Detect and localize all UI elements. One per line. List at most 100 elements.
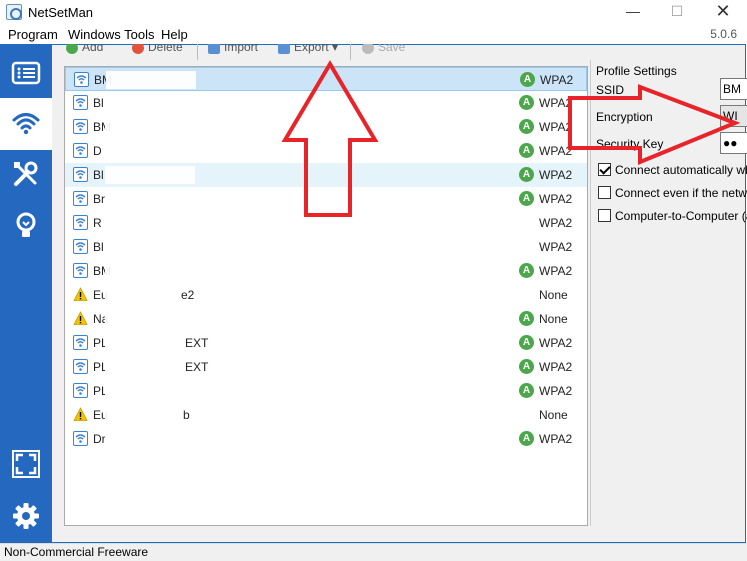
redacted-name-mask: [105, 358, 195, 376]
list-item[interactable]: PL A WPA2: [65, 379, 587, 403]
warning-icon: [73, 407, 88, 422]
list-item[interactable]: PL EXT A WPA2: [65, 331, 587, 355]
computer-to-computer-checkbox[interactable]: Computer-to-Computer (a: [598, 209, 747, 223]
auto-connect-badge-icon: A: [519, 383, 534, 398]
sidebar: [0, 44, 52, 543]
auto-connect-badge-icon: A: [519, 167, 534, 182]
menu-bar: Program Windows Tools Help 5.0.6: [0, 24, 747, 44]
maximize-button[interactable]: ☐: [654, 0, 700, 24]
connect-automatically-checkbox[interactable]: Connect automatically wh: [598, 163, 747, 177]
panel-divider: [590, 60, 591, 526]
auto-connect-badge-icon: A: [519, 335, 534, 350]
redacted-name-mask: [105, 310, 195, 328]
encryption-type: WPA2: [539, 168, 573, 182]
auto-connect-badge-icon: A: [520, 72, 535, 87]
auto-connect-badge-icon: A: [519, 95, 534, 110]
save-button[interactable]: Save: [362, 44, 405, 56]
title-bar: NetSetMan — ☐ ✕: [0, 0, 747, 24]
checkbox-unchecked: [598, 186, 611, 199]
minimize-button[interactable]: —: [610, 0, 656, 24]
profile-list[interactable]: BM A WPA2 Bl A WPA2 BM A WPA2 D A WPA2 Bl A WPA2 Br A WPA…: [64, 66, 588, 526]
list-item[interactable]: Bl WPA2: [65, 235, 587, 259]
profile-name-suffix: EXT: [185, 360, 209, 374]
redacted-name-mask: [105, 430, 195, 448]
security-key-input[interactable]: ●●: [720, 132, 747, 154]
profile-settings-title: Profile Settings: [596, 64, 677, 78]
list-item[interactable]: R WPA2: [65, 211, 587, 235]
import-button[interactable]: Import: [208, 44, 258, 56]
toolbar-separator: [350, 44, 351, 60]
encryption-type: WPA2: [539, 96, 573, 110]
redacted-name-mask: [105, 334, 195, 352]
redacted-name-mask: [105, 238, 195, 256]
list-item[interactable]: Bl A WPA2: [65, 91, 587, 115]
redacted-name-mask: [105, 118, 195, 136]
encryption-type: WPA2: [539, 144, 573, 158]
redacted-name-mask: [105, 214, 195, 232]
wifi-icon: [73, 119, 88, 134]
menu-help[interactable]: Help: [161, 27, 188, 42]
list-item[interactable]: Bl A WPA2: [65, 163, 587, 187]
encryption-type: WPA2: [539, 384, 573, 398]
add-button[interactable]: Add: [66, 44, 103, 56]
app-logo-icon: [6, 4, 22, 20]
encryption-type: WPA2: [539, 264, 573, 278]
encryption-type: WPA2: [539, 360, 573, 374]
sidebar-item-settings[interactable]: [0, 490, 52, 542]
wifi-icon: [73, 263, 88, 278]
auto-connect-badge-icon: A: [519, 119, 534, 134]
menu-program[interactable]: Program: [8, 27, 58, 42]
list-item[interactable]: Br A WPA2: [65, 187, 587, 211]
redacted-name-mask: [105, 190, 195, 208]
profile-name-suffix: e2: [181, 288, 195, 302]
add-icon: [66, 44, 78, 54]
redacted-name-mask: [105, 142, 195, 160]
export-button[interactable]: Export ▾: [278, 44, 338, 56]
ssid-input[interactable]: BM: [720, 78, 747, 100]
encryption-type: None: [539, 312, 568, 326]
list-item[interactable]: PL EXT A WPA2: [65, 355, 587, 379]
ssid-label: SSID: [596, 83, 625, 97]
redacted-name-mask: [105, 406, 195, 424]
encryption-type: WPA2: [540, 73, 574, 87]
menu-windows-tools[interactable]: Windows Tools: [68, 27, 154, 42]
list-item[interactable]: BM A WPA2: [65, 115, 587, 139]
delete-button[interactable]: Delete: [132, 44, 183, 56]
sidebar-item-fullscreen[interactable]: [0, 438, 52, 490]
checkbox-checked: [598, 163, 611, 176]
sidebar-item-tips[interactable]: [0, 200, 52, 252]
encryption-label: Encryption: [596, 110, 653, 124]
window-title: NetSetMan: [28, 5, 94, 20]
checkbox-unchecked: [598, 209, 611, 222]
encryption-type: WPA2: [539, 192, 573, 206]
encryption-type: WPA2: [539, 120, 573, 134]
status-text: Non-Commercial Freeware: [4, 545, 149, 559]
sidebar-item-wifi[interactable]: [0, 98, 52, 150]
toolbar-separator: [197, 44, 198, 60]
sidebar-item-profiles[interactable]: [0, 48, 52, 100]
list-item[interactable]: Dr A WPA2: [65, 427, 587, 451]
list-item[interactable]: Eu e2 None: [65, 283, 587, 307]
wifi-icon: [73, 95, 88, 110]
save-icon: [362, 44, 374, 54]
wifi-icon: [74, 72, 89, 87]
toolbar: Add Delete Import Export ▾ Save: [60, 44, 590, 60]
list-item[interactable]: D A WPA2: [65, 139, 587, 163]
list-item[interactable]: Eu b None: [65, 403, 587, 427]
wifi-icon: [73, 167, 88, 182]
list-item[interactable]: BM A WPA2: [65, 67, 587, 91]
wifi-icon: [73, 335, 88, 350]
list-item[interactable]: BM A WPA2: [65, 259, 587, 283]
auto-connect-badge-icon: A: [519, 263, 534, 278]
redacted-name-mask: [105, 262, 195, 280]
encryption-type: WPA2: [539, 432, 573, 446]
close-button[interactable]: ✕: [700, 0, 746, 24]
gear-icon: [13, 503, 39, 529]
list-item[interactable]: Na A None: [65, 307, 587, 331]
connect-even-if-checkbox[interactable]: Connect even if the netw: [598, 186, 747, 200]
wifi-icon: [73, 215, 88, 230]
list-icon: [11, 61, 41, 85]
auto-connect-badge-icon: A: [519, 359, 534, 374]
encryption-select[interactable]: WI: [720, 105, 747, 127]
sidebar-item-tools[interactable]: [0, 148, 52, 200]
